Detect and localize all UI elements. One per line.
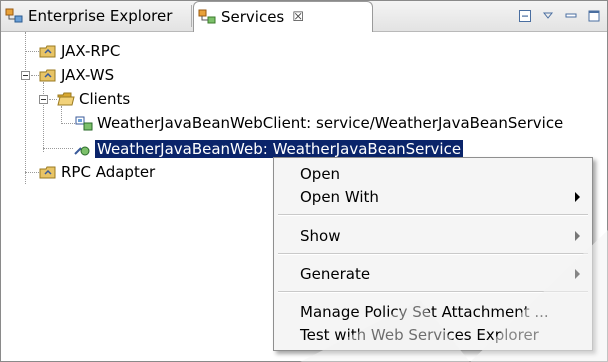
collapse-all-icon[interactable] xyxy=(518,9,532,23)
services-icon xyxy=(198,9,216,24)
close-tab-icon[interactable]: ☒ xyxy=(292,10,304,25)
tab-enterprise-explorer[interactable]: Enterprise Explorer xyxy=(1,1,191,31)
menu-item-label: Open With xyxy=(300,188,379,206)
menu-item-generate[interactable]: Generate xyxy=(274,263,592,285)
service-client-icon xyxy=(75,116,93,131)
tree-item-label: RPC Adapter xyxy=(61,163,156,181)
tree-item-label: JAX-WS xyxy=(61,66,115,84)
tree-item-label: Clients xyxy=(79,90,131,108)
menu-item-show[interactable]: Show xyxy=(274,225,592,247)
web-service-folder-icon xyxy=(39,45,56,58)
tree-item-label: WeatherJavaBeanWebClient: service/Weathe… xyxy=(97,114,564,132)
tree-connector xyxy=(25,51,39,52)
tree-item-clients[interactable]: Clients xyxy=(57,87,130,111)
tree-connector xyxy=(43,148,73,149)
tree-item-rpc-adapter[interactable]: RPC Adapter xyxy=(39,160,155,184)
context-menu: Open Open With Show Generate Manage Poli… xyxy=(273,157,593,351)
menu-item-label: Generate xyxy=(300,265,371,283)
tree-item-label: JAX-RPC xyxy=(61,42,121,60)
tree-connector xyxy=(25,172,39,173)
tree-connector xyxy=(49,99,57,100)
tree-item-jax-ws[interactable]: JAX-WS xyxy=(39,63,114,87)
tab-enterprise-explorer-label: Enterprise Explorer xyxy=(28,7,173,25)
tree-item-client-service[interactable]: WeatherJavaBeanWebClient: service/Weathe… xyxy=(75,111,563,135)
clients-collapse-toggle[interactable] xyxy=(39,95,48,104)
view-tab-bar: Enterprise Explorer Services ☒ xyxy=(1,1,607,32)
menu-item-open-with[interactable]: Open With xyxy=(274,186,592,208)
open-folder-icon xyxy=(57,92,75,106)
web-service-icon xyxy=(74,146,90,156)
view-controls xyxy=(518,6,601,26)
submenu-arrow-icon xyxy=(575,192,580,202)
menu-item-open[interactable]: Open xyxy=(274,163,592,185)
menu-item-manage-policy-set[interactable]: Manage Policy Set Attachment ... xyxy=(274,301,592,323)
menu-item-label: Open xyxy=(300,165,341,183)
tree-connector xyxy=(43,82,44,152)
submenu-arrow-icon xyxy=(575,231,580,241)
enterprise-explorer-icon xyxy=(5,8,23,23)
web-service-folder-icon xyxy=(39,166,56,179)
menu-separator xyxy=(278,253,588,255)
services-view: Enterprise Explorer Services ☒ JAX-RPC J… xyxy=(0,0,608,362)
menu-separator xyxy=(278,291,588,293)
view-menu-icon[interactable] xyxy=(541,9,555,23)
tree-item-label: WeatherJavaBeanWeb: WeatherJavaBeanServi… xyxy=(95,140,464,158)
minimize-icon[interactable] xyxy=(564,9,578,23)
tree-connector xyxy=(61,123,75,124)
tab-separator xyxy=(191,5,192,27)
menu-item-label: Test with Web Services Explorer xyxy=(300,326,539,344)
submenu-arrow-icon xyxy=(575,269,580,279)
menu-item-label: Show xyxy=(300,227,341,245)
menu-separator xyxy=(278,214,588,216)
web-service-folder-icon xyxy=(39,69,56,82)
jax-ws-collapse-toggle[interactable] xyxy=(21,71,30,80)
tree-connector xyxy=(31,75,39,76)
menu-item-label: Manage Policy Set Attachment ... xyxy=(300,303,549,321)
tab-services[interactable]: Services ☒ xyxy=(193,1,373,32)
tree-connector xyxy=(25,32,26,184)
menu-item-test-web-services-explorer[interactable]: Test with Web Services Explorer xyxy=(274,324,592,346)
tree-item-jax-rpc[interactable]: JAX-RPC xyxy=(39,39,120,63)
tab-services-label: Services xyxy=(221,8,285,26)
maximize-icon[interactable] xyxy=(587,9,601,23)
